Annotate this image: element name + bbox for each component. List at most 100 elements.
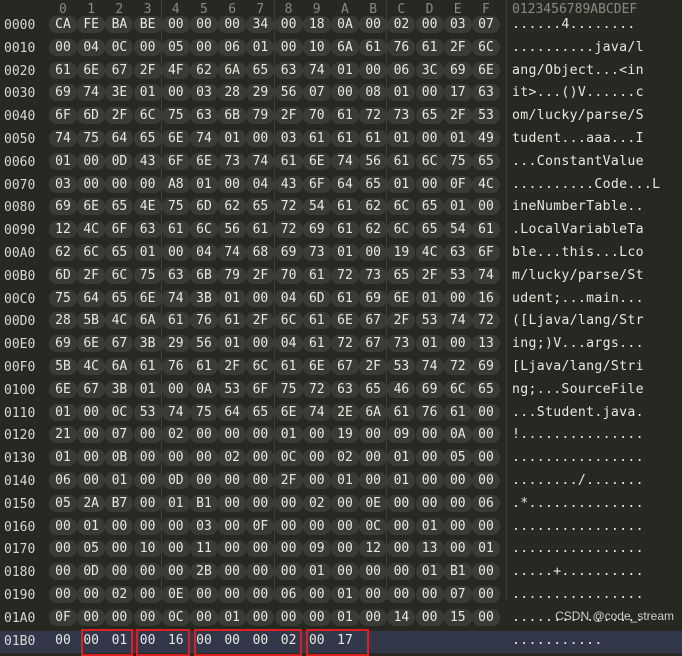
hex-byte[interactable]: 00 (105, 517, 134, 535)
ascii-text[interactable]: .LocalVariableTa (512, 222, 644, 237)
hex-byte[interactable]: 6B (190, 266, 218, 284)
hex-byte[interactable]: 00 (387, 563, 416, 581)
hex-byte[interactable]: 00 (359, 472, 388, 489)
hex-byte[interactable]: 00 (161, 563, 190, 581)
hex-byte[interactable]: 00 (443, 289, 472, 307)
hex-row[interactable]: 0120 21 00 07 00 02 00 00 00 01 00 19 00 09 00 0A 00!...… (0, 425, 682, 448)
hex-byte[interactable]: 6A (105, 358, 134, 375)
hex-byte[interactable]: 61 (472, 221, 500, 239)
hex-byte[interactable]: 00 (472, 517, 500, 535)
hex-byte[interactable]: 00 (331, 563, 359, 581)
hex-byte[interactable]: 75 (443, 152, 472, 170)
hex-byte[interactable]: 06 (274, 586, 303, 603)
hex-byte[interactable]: 5B (49, 358, 77, 375)
hex-byte[interactable]: 00 (443, 517, 472, 535)
hex-byte[interactable]: 61 (387, 152, 416, 170)
hex-byte[interactable]: 72 (274, 198, 303, 216)
hex-byte[interactable]: 63 (331, 380, 359, 398)
hex-byte[interactable]: 4C (415, 244, 444, 261)
hex-byte[interactable]: 01 (415, 335, 444, 353)
hex-byte[interactable]: 01 (246, 38, 275, 56)
hex-byte[interactable]: 3B (105, 380, 134, 398)
hex-byte[interactable]: 00 (443, 540, 472, 558)
hex-byte[interactable]: A8 (161, 175, 190, 193)
hex-byte[interactable]: 00 (161, 16, 190, 33)
hex-byte[interactable]: 6E (161, 130, 190, 147)
hex-byte[interactable]: B1 (443, 563, 472, 581)
hex-byte[interactable]: 00 (105, 175, 134, 193)
hex-byte[interactable]: 00 (49, 540, 77, 558)
hex-byte[interactable]: 0C (161, 608, 190, 626)
hex-byte[interactable]: 01 (331, 61, 359, 79)
hex-byte[interactable]: 00 (246, 449, 275, 467)
hex-byte[interactable]: 0B (105, 449, 134, 467)
hex-byte[interactable]: 00 (302, 449, 331, 467)
hex-byte[interactable]: 00 (77, 426, 106, 444)
hex-byte[interactable]: 6F (161, 152, 190, 170)
hex-byte[interactable]: 2F (359, 358, 388, 375)
hex-byte[interactable]: 00 (246, 335, 275, 353)
hex-byte[interactable]: 00 (105, 563, 134, 581)
hex-byte[interactable]: 72 (472, 312, 500, 330)
hex-byte[interactable]: 75 (161, 107, 190, 125)
hex-byte[interactable]: 64 (105, 130, 134, 147)
hex-byte[interactable]: 00 (77, 608, 106, 626)
hex-byte[interactable]: 00 (218, 494, 247, 512)
hex-byte[interactable]: 00 (443, 494, 472, 512)
hex-byte[interactable]: 6C (443, 380, 472, 398)
hex-byte[interactable]: B1 (190, 494, 218, 512)
hex-row[interactable]: 00C0 75 64 65 6E 74 3B 01 00 04 6D 61 69 6E 01 00 16 uden… (0, 289, 682, 312)
hex-byte[interactable]: 00 (246, 130, 275, 147)
hex-byte[interactable]: 6F (472, 244, 500, 261)
hex-byte[interactable]: 0C (105, 38, 134, 56)
hex-byte[interactable]: 01 (105, 472, 134, 489)
ascii-text[interactable]: ng;...SourceFile (512, 382, 644, 397)
ascii-text[interactable]: ......4........ (512, 17, 636, 32)
hex-byte[interactable]: 01 (415, 563, 444, 581)
hex-byte[interactable]: 05 (161, 38, 190, 56)
hex-byte[interactable]: 53 (218, 380, 247, 398)
hex-byte[interactable]: 61 (331, 289, 359, 307)
hex-byte[interactable]: 3E (105, 84, 134, 102)
hex-byte[interactable]: 0C (274, 449, 303, 467)
hex-byte[interactable]: 74 (302, 61, 331, 79)
hex-byte[interactable]: 00 (443, 472, 472, 489)
hex-byte[interactable]: 72 (274, 221, 303, 239)
hex-byte[interactable]: 2F (415, 266, 444, 284)
hex-byte[interactable]: 00 (359, 426, 388, 444)
hex-byte[interactable]: 01 (387, 472, 416, 489)
hex-byte[interactable]: 61 (443, 403, 472, 421)
hex-byte[interactable]: 53 (387, 358, 416, 375)
hex-byte[interactable]: 69 (49, 335, 77, 353)
hex-byte[interactable]: 67 (77, 380, 106, 398)
hex-byte[interactable]: 29 (246, 84, 275, 102)
hex-byte[interactable]: 6C (133, 107, 162, 125)
hex-byte[interactable]: 56 (190, 335, 218, 353)
hex-byte[interactable]: 01 (387, 175, 416, 193)
hex-byte[interactable]: 00 (302, 586, 331, 603)
hex-byte[interactable]: 07 (472, 16, 500, 33)
hex-byte[interactable]: 6D (190, 198, 218, 216)
hex-row[interactable]: 0000 CA FE BA BE 00 00 00 34 00 18 0A 00 02 00 03 07....… (0, 15, 682, 38)
hex-byte[interactable]: 61 (331, 221, 359, 239)
hex-byte[interactable]: 56 (218, 221, 247, 239)
hex-byte[interactable]: 72 (331, 335, 359, 353)
hex-byte[interactable]: 00 (472, 472, 500, 489)
hex-byte[interactable]: 79 (246, 107, 275, 125)
hex-byte[interactable]: 74 (190, 130, 218, 147)
hex-byte[interactable]: 00 (105, 608, 134, 626)
hex-byte[interactable]: 01 (218, 130, 247, 147)
hex-byte[interactable]: 03 (274, 130, 303, 147)
hex-byte[interactable]: 00 (415, 175, 444, 193)
hex-row[interactable]: 00B0 6D 2F 6C 75 63 6B 79 2F 70 61 72 73 65 2F 53 74 m/lu… (0, 266, 682, 289)
hex-byte[interactable]: 2F (443, 38, 472, 56)
hex-byte[interactable]: 00 (77, 175, 106, 193)
hex-byte[interactable]: 64 (331, 175, 359, 193)
hex-byte[interactable]: 18 (302, 16, 331, 33)
hex-byte[interactable]: 34 (246, 16, 275, 33)
hex-byte[interactable]: 72 (302, 380, 331, 398)
hex-byte[interactable]: 00 (415, 426, 444, 444)
hex-byte[interactable]: 75 (49, 289, 77, 307)
ascii-text[interactable]: ing;)V...args... (512, 336, 644, 351)
hex-byte[interactable]: 05 (443, 449, 472, 467)
